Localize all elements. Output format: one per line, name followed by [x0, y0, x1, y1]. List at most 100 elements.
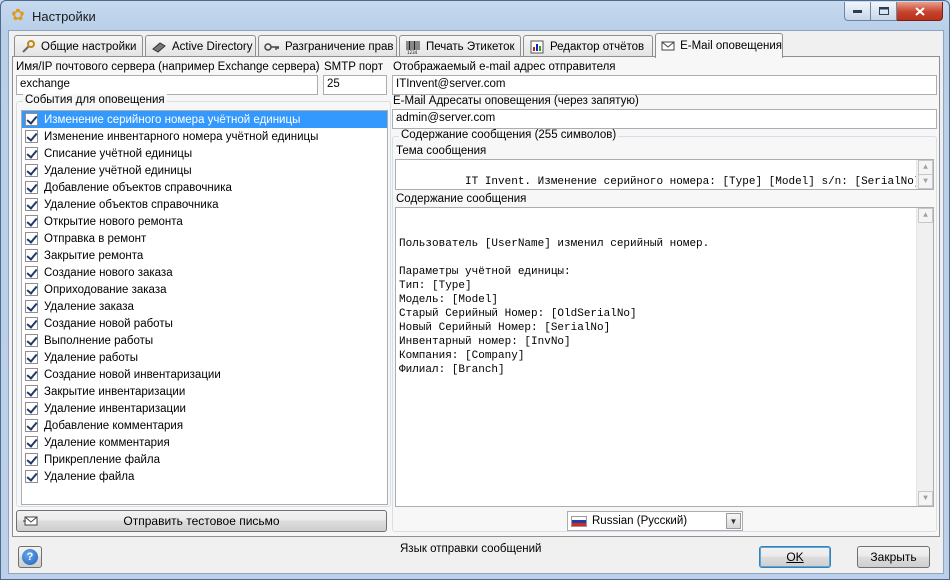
event-item[interactable]: Изменение инвентарного номера учётной ед… — [22, 128, 387, 145]
checkbox-checked-icon[interactable] — [25, 198, 38, 211]
body-textarea[interactable]: Пользователь [UserName] изменил серийный… — [395, 207, 934, 507]
event-item[interactable]: Открытие нового ремонта — [22, 213, 387, 230]
checkbox-checked-icon[interactable] — [25, 351, 38, 364]
smtp-port-input[interactable]: 25 — [323, 75, 387, 95]
event-item-label: Прикрепление файла — [44, 453, 160, 466]
message-group-title: Содержание сообщения (255 символов) — [399, 129, 619, 141]
checkbox-checked-icon[interactable] — [25, 181, 38, 194]
scroll-up-icon[interactable]: ▲ — [918, 160, 933, 175]
scroll-down-icon[interactable]: ▼ — [918, 174, 933, 189]
event-item[interactable]: Изменение серийного номера учётной едини… — [22, 111, 387, 128]
ok-button[interactable]: OK — [759, 546, 831, 568]
event-item[interactable]: Закрытие инвентаризации — [22, 383, 387, 400]
language-select[interactable]: Russian (Русский) ▼ — [567, 511, 743, 531]
event-item[interactable]: Создание новой работы — [22, 315, 387, 332]
recipients-input[interactable]: admin@server.com — [392, 109, 937, 129]
maximize-icon — [878, 7, 889, 15]
event-item-label: Оприходование заказа — [44, 283, 167, 296]
minimize-button[interactable] — [844, 2, 871, 21]
window-title: Настройки — [32, 9, 96, 24]
checkbox-checked-icon[interactable] — [25, 453, 38, 466]
checkbox-checked-icon[interactable] — [25, 334, 38, 347]
checkbox-checked-icon[interactable] — [25, 317, 38, 330]
scroll-up-icon[interactable]: ▲ — [918, 208, 933, 223]
event-item[interactable]: Прикрепление файла — [22, 451, 387, 468]
help-button[interactable]: ? — [18, 546, 42, 568]
checkbox-checked-icon[interactable] — [25, 283, 38, 296]
checkbox-checked-icon[interactable] — [25, 147, 38, 160]
sender-label: Отображаемый e-mail адрес отправителя — [393, 61, 616, 73]
checkbox-checked-icon[interactable] — [25, 300, 38, 313]
tab-report-editor[interactable]: Редактор отчётов — [523, 35, 653, 57]
chevron-down-icon[interactable]: ▼ — [726, 513, 741, 529]
event-item-label: Создание новой работы — [44, 317, 173, 330]
checkbox-checked-icon[interactable] — [25, 368, 38, 381]
event-item[interactable]: Удаление комментария — [22, 434, 387, 451]
body-line: Филиал: [Branch] — [399, 364, 505, 376]
checkbox-checked-icon[interactable] — [25, 215, 38, 228]
event-item[interactable]: Удаление работы — [22, 349, 387, 366]
tab-label: Разграничение прав — [285, 40, 394, 53]
russia-flag-icon — [571, 515, 587, 527]
body-line: Параметры учётной единицы: — [399, 266, 571, 278]
event-item[interactable]: Удаление объектов справочника — [22, 196, 387, 213]
close-window-button[interactable] — [897, 2, 943, 21]
event-item[interactable]: Выполнение работы — [22, 332, 387, 349]
title-bar[interactable]: ✿ Настройки — [1, 1, 949, 31]
checkbox-checked-icon[interactable] — [25, 113, 38, 126]
minimize-icon — [853, 9, 862, 13]
checkbox-checked-icon[interactable] — [25, 130, 38, 143]
event-item[interactable]: Удаление заказа — [22, 298, 387, 315]
event-item-label: Удаление файла — [44, 470, 135, 483]
event-item[interactable]: Создание нового заказа — [22, 264, 387, 281]
tab-permissions[interactable]: Разграничение прав — [258, 35, 397, 57]
body-line: Тип: [Type] — [399, 280, 472, 292]
subject-textarea[interactable]: IT Invent. Изменение серийного номера: [… — [395, 159, 934, 190]
tab-active-directory[interactable]: Active Directory — [145, 35, 256, 57]
checkbox-checked-icon[interactable] — [25, 249, 38, 262]
close-button[interactable]: Закрыть — [857, 546, 930, 568]
scroll-down-icon[interactable]: ▼ — [918, 491, 933, 506]
checkbox-checked-icon[interactable] — [25, 266, 38, 279]
body-line: Старый Серийный Номер: [OldSerialNo] — [399, 308, 637, 320]
event-item[interactable]: Удаление учётной единицы — [22, 162, 387, 179]
event-item[interactable]: Закрытие ремонта — [22, 247, 387, 264]
body-line: Компания: [Company] — [399, 350, 525, 362]
language-value: Russian (Русский) — [592, 515, 688, 527]
sender-input[interactable]: ITInvent@server.com — [392, 75, 937, 95]
maximize-button[interactable] — [871, 2, 897, 21]
server-input[interactable]: exchange — [16, 75, 318, 95]
event-item-label: Изменение инвентарного номера учётной ед… — [44, 130, 319, 143]
event-item[interactable]: Создание новой инвентаризации — [22, 366, 387, 383]
event-item[interactable]: Добавление комментария — [22, 417, 387, 434]
event-item-label: Удаление учётной единицы — [44, 164, 192, 177]
email-tab-panel: Имя/IP почтового сервера (например Excha… — [12, 56, 940, 555]
checkbox-checked-icon[interactable] — [25, 470, 38, 483]
message-group: Содержание сообщения (255 символов) Тема… — [392, 129, 937, 532]
events-checklist[interactable]: Изменение серийного номера учётной едини… — [21, 110, 388, 505]
event-item-label: Открытие нового ремонта — [44, 215, 183, 228]
checkbox-checked-icon[interactable] — [25, 385, 38, 398]
tab-label-printing[interactable]: 1234 Печать Этикеток — [399, 35, 521, 57]
event-item[interactable]: Удаление файла — [22, 468, 387, 485]
subject-label: Тема сообщения — [396, 145, 487, 157]
body-scrollbar[interactable]: ▲ ▼ — [916, 208, 933, 506]
checkbox-checked-icon[interactable] — [25, 419, 38, 432]
tab-general[interactable]: Общие настройки — [14, 35, 143, 57]
event-item-label: Добавление комментария — [44, 419, 184, 432]
body-line: Новый Серийный Номер: [SerialNo] — [399, 322, 611, 334]
event-item[interactable]: Добавление объектов справочника — [22, 179, 387, 196]
send-test-email-button[interactable]: Отправить тестовое письмо — [16, 510, 387, 532]
subject-scrollbar[interactable]: ▲ ▼ — [916, 160, 933, 189]
tab-email-notifications[interactable]: E-Mail оповещения — [655, 33, 783, 58]
checkbox-checked-icon[interactable] — [25, 232, 38, 245]
event-item[interactable]: Списание учётной единицы — [22, 145, 387, 162]
checkbox-checked-icon[interactable] — [25, 436, 38, 449]
event-item[interactable]: Отправка в ремонт — [22, 230, 387, 247]
checkbox-checked-icon[interactable] — [25, 402, 38, 415]
event-item-label: Закрытие инвентаризации — [44, 385, 186, 398]
dialog-client: Общие настройки Active Directory Разгран… — [8, 30, 944, 574]
event-item[interactable]: Удаление инвентаризации — [22, 400, 387, 417]
checkbox-checked-icon[interactable] — [25, 164, 38, 177]
event-item[interactable]: Оприходование заказа — [22, 281, 387, 298]
